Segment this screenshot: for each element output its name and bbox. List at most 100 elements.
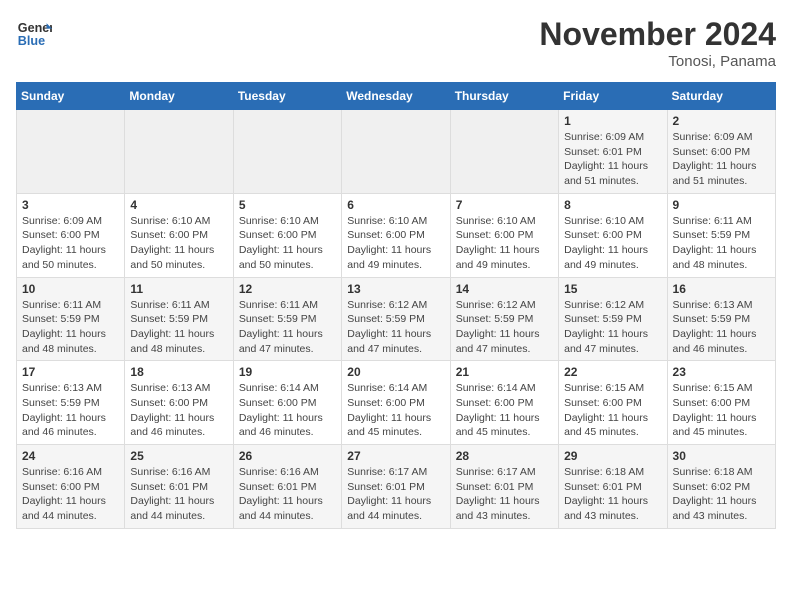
day-number: 22 bbox=[564, 365, 661, 379]
calendar-cell: 7Sunrise: 6:10 AMSunset: 6:00 PMDaylight… bbox=[450, 193, 558, 277]
day-number: 2 bbox=[673, 114, 770, 128]
day-number: 12 bbox=[239, 282, 336, 296]
calendar-week-5: 24 Sunrise: 6:16 AMSunset: 6:00 PMDayligh… bbox=[17, 445, 776, 529]
day-info: Sunrise: 6:17 AMSunset: 6:01 PMDaylight:… bbox=[456, 465, 553, 524]
day-info: Sunrise: 6:11 AMSunset: 5:59 PMDaylight:… bbox=[239, 298, 336, 357]
calendar-cell: 19 Sunrise: 6:14 AMSunset: 6:00 PMDayligh… bbox=[233, 361, 341, 445]
month-title: November 2024 bbox=[539, 16, 776, 53]
calendar-cell: 21 Sunrise: 6:14 AMSunset: 6:00 PMDayligh… bbox=[450, 361, 558, 445]
svg-text:Blue: Blue bbox=[18, 34, 45, 48]
title-block: November 2024 Tonosi, Panama bbox=[539, 16, 776, 70]
day-number: 24 bbox=[22, 449, 119, 463]
day-info: Sunrise: 6:16 AMSunset: 6:01 PMDaylight:… bbox=[130, 465, 227, 524]
calendar-cell: 20 Sunrise: 6:14 AMSunset: 6:00 PMDayligh… bbox=[342, 361, 450, 445]
calendar-cell: 26Sunrise: 6:16 AMSunset: 6:01 PMDayligh… bbox=[233, 445, 341, 529]
day-info: Sunrise: 6:10 AMSunset: 6:00 PMDaylight:… bbox=[130, 214, 227, 273]
day-number: 20 bbox=[347, 365, 444, 379]
day-number: 27 bbox=[347, 449, 444, 463]
day-number: 16 bbox=[673, 282, 770, 296]
calendar-cell: 27 Sunrise: 6:17 AMSunset: 6:01 PMDayligh… bbox=[342, 445, 450, 529]
day-info: Sunrise: 6:09 AMSunset: 6:00 PMDaylight:… bbox=[673, 130, 770, 189]
calendar-cell bbox=[233, 110, 341, 194]
calendar-cell: 13Sunrise: 6:12 AMSunset: 5:59 PMDayligh… bbox=[342, 277, 450, 361]
calendar-cell: 5 Sunrise: 6:10 AMSunset: 6:00 PMDaylight… bbox=[233, 193, 341, 277]
day-number: 14 bbox=[456, 282, 553, 296]
calendar-cell: 12 Sunrise: 6:11 AMSunset: 5:59 PMDayligh… bbox=[233, 277, 341, 361]
logo-icon: General Blue bbox=[16, 16, 52, 52]
calendar-cell: 25 Sunrise: 6:16 AMSunset: 6:01 PMDayligh… bbox=[125, 445, 233, 529]
day-info: Sunrise: 6:14 AMSunset: 6:00 PMDaylight:… bbox=[347, 381, 444, 440]
calendar-cell: 30 Sunrise: 6:18 AMSunset: 6:02 PMDayligh… bbox=[667, 445, 775, 529]
calendar-cell: 15 Sunrise: 6:12 AMSunset: 5:59 PMDayligh… bbox=[559, 277, 667, 361]
day-number: 8 bbox=[564, 198, 661, 212]
day-info: Sunrise: 6:14 AMSunset: 6:00 PMDaylight:… bbox=[239, 381, 336, 440]
day-number: 19 bbox=[239, 365, 336, 379]
calendar-header: SundayMondayTuesdayWednesdayThursdayFrid… bbox=[17, 83, 776, 110]
day-number: 30 bbox=[673, 449, 770, 463]
day-info: Sunrise: 6:18 AMSunset: 6:01 PMDaylight:… bbox=[564, 465, 661, 524]
day-number: 11 bbox=[130, 282, 227, 296]
day-info: Sunrise: 6:12 AMSunset: 5:59 PMDaylight:… bbox=[456, 298, 553, 357]
day-number: 23 bbox=[673, 365, 770, 379]
day-info: Sunrise: 6:10 AMSunset: 6:00 PMDaylight:… bbox=[456, 214, 553, 273]
day-number: 1 bbox=[564, 114, 661, 128]
calendar-cell: 28 Sunrise: 6:17 AMSunset: 6:01 PMDayligh… bbox=[450, 445, 558, 529]
day-info: Sunrise: 6:11 AMSunset: 5:59 PMDaylight:… bbox=[22, 298, 119, 357]
day-number: 28 bbox=[456, 449, 553, 463]
calendar-cell: 17Sunrise: 6:13 AMSunset: 5:59 PMDayligh… bbox=[17, 361, 125, 445]
day-number: 10 bbox=[22, 282, 119, 296]
day-info: Sunrise: 6:11 AMSunset: 5:59 PMDaylight:… bbox=[130, 298, 227, 357]
day-number: 21 bbox=[456, 365, 553, 379]
day-info: Sunrise: 6:10 AMSunset: 6:00 PMDaylight:… bbox=[347, 214, 444, 273]
calendar-week-4: 17Sunrise: 6:13 AMSunset: 5:59 PMDayligh… bbox=[17, 361, 776, 445]
calendar-week-3: 10 Sunrise: 6:11 AMSunset: 5:59 PMDayligh… bbox=[17, 277, 776, 361]
day-header-wednesday: Wednesday bbox=[342, 83, 450, 110]
day-number: 5 bbox=[239, 198, 336, 212]
calendar-table: SundayMondayTuesdayWednesdayThursdayFrid… bbox=[16, 82, 776, 529]
calendar-cell: 18Sunrise: 6:13 AMSunset: 6:00 PMDayligh… bbox=[125, 361, 233, 445]
location: Tonosi, Panama bbox=[539, 53, 776, 70]
day-header-sunday: Sunday bbox=[17, 83, 125, 110]
calendar-cell: 23 Sunrise: 6:15 AMSunset: 6:00 PMDayligh… bbox=[667, 361, 775, 445]
calendar-cell: 11 Sunrise: 6:11 AMSunset: 5:59 PMDayligh… bbox=[125, 277, 233, 361]
day-number: 4 bbox=[130, 198, 227, 212]
day-info: Sunrise: 6:15 AMSunset: 6:00 PMDaylight:… bbox=[673, 381, 770, 440]
day-number: 18 bbox=[130, 365, 227, 379]
day-info: Sunrise: 6:10 AMSunset: 6:00 PMDaylight:… bbox=[239, 214, 336, 273]
calendar-cell: 6Sunrise: 6:10 AMSunset: 6:00 PMDaylight… bbox=[342, 193, 450, 277]
calendar-body: 1Sunrise: 6:09 AMSunset: 6:01 PMDaylight… bbox=[17, 110, 776, 529]
page-header: General Blue November 2024 Tonosi, Panam… bbox=[16, 16, 776, 70]
day-number: 3 bbox=[22, 198, 119, 212]
calendar-cell: 29Sunrise: 6:18 AMSunset: 6:01 PMDayligh… bbox=[559, 445, 667, 529]
day-info: Sunrise: 6:11 AMSunset: 5:59 PMDaylight:… bbox=[673, 214, 770, 273]
day-info: Sunrise: 6:17 AMSunset: 6:01 PMDaylight:… bbox=[347, 465, 444, 524]
calendar-week-1: 1Sunrise: 6:09 AMSunset: 6:01 PMDaylight… bbox=[17, 110, 776, 194]
calendar-cell: 14 Sunrise: 6:12 AMSunset: 5:59 PMDayligh… bbox=[450, 277, 558, 361]
day-info: Sunrise: 6:16 AMSunset: 6:00 PMDaylight:… bbox=[22, 465, 119, 524]
day-info: Sunrise: 6:13 AMSunset: 5:59 PMDaylight:… bbox=[673, 298, 770, 357]
day-number: 13 bbox=[347, 282, 444, 296]
calendar-cell: 1Sunrise: 6:09 AMSunset: 6:01 PMDaylight… bbox=[559, 110, 667, 194]
calendar-cell bbox=[125, 110, 233, 194]
day-info: Sunrise: 6:10 AMSunset: 6:00 PMDaylight:… bbox=[564, 214, 661, 273]
day-info: Sunrise: 6:09 AMSunset: 6:00 PMDaylight:… bbox=[22, 214, 119, 273]
logo: General Blue bbox=[16, 16, 52, 52]
calendar-cell bbox=[17, 110, 125, 194]
day-number: 15 bbox=[564, 282, 661, 296]
calendar-cell: 8 Sunrise: 6:10 AMSunset: 6:00 PMDaylight… bbox=[559, 193, 667, 277]
day-header-saturday: Saturday bbox=[667, 83, 775, 110]
calendar-cell: 3 Sunrise: 6:09 AMSunset: 6:00 PMDaylight… bbox=[17, 193, 125, 277]
day-number: 9 bbox=[673, 198, 770, 212]
day-number: 26 bbox=[239, 449, 336, 463]
calendar-cell bbox=[342, 110, 450, 194]
day-info: Sunrise: 6:14 AMSunset: 6:00 PMDaylight:… bbox=[456, 381, 553, 440]
calendar-cell bbox=[450, 110, 558, 194]
day-header-tuesday: Tuesday bbox=[233, 83, 341, 110]
day-header-thursday: Thursday bbox=[450, 83, 558, 110]
calendar-cell: 4 Sunrise: 6:10 AMSunset: 6:00 PMDaylight… bbox=[125, 193, 233, 277]
calendar-cell: 24 Sunrise: 6:16 AMSunset: 6:00 PMDayligh… bbox=[17, 445, 125, 529]
day-info: Sunrise: 6:18 AMSunset: 6:02 PMDaylight:… bbox=[673, 465, 770, 524]
day-info: Sunrise: 6:12 AMSunset: 5:59 PMDaylight:… bbox=[564, 298, 661, 357]
calendar-cell: 10 Sunrise: 6:11 AMSunset: 5:59 PMDayligh… bbox=[17, 277, 125, 361]
day-number: 25 bbox=[130, 449, 227, 463]
